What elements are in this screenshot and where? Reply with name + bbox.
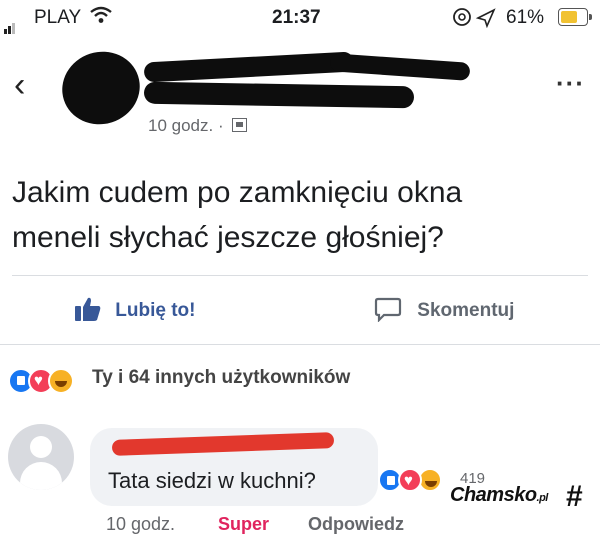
- friends-privacy-icon: [232, 118, 248, 132]
- back-button[interactable]: ‹: [14, 66, 25, 105]
- clock: 21:37: [272, 7, 321, 28]
- comment-icon: [374, 297, 402, 323]
- post-text: Jakim cudem po zamknięciu okna meneli sł…: [12, 170, 592, 260]
- comment-time: 10 godz.: [106, 514, 176, 534]
- name-redaction: [329, 53, 471, 81]
- status-bar: PLAY 21:37 61%: [0, 0, 600, 36]
- name-redaction: [143, 81, 415, 109]
- post-text-line: Jakim cudem po zamknięciu okna: [12, 176, 463, 209]
- like-button[interactable]: Lubię to!: [74, 296, 195, 322]
- carrier-label: PLAY: [34, 7, 82, 28]
- haha-reaction-icon: [48, 368, 74, 394]
- comment-label: Skomentuj: [417, 300, 515, 321]
- battery-percent: 61%: [506, 7, 545, 28]
- location-icon: [475, 8, 496, 29]
- at-icon: [452, 6, 498, 34]
- hash-icon: #: [566, 480, 583, 513]
- wifi-icon: [90, 6, 112, 30]
- reply-button[interactable]: Odpowiedz: [308, 514, 404, 535]
- love-reaction-icon: [398, 468, 422, 492]
- like-label: Lubię to!: [115, 300, 196, 321]
- comment-text: Tata siedzi w kuchni?: [108, 468, 316, 493]
- signal-icon: [4, 12, 16, 34]
- thumbs-up-icon: [75, 297, 101, 321]
- commenter-avatar[interactable]: [8, 424, 74, 490]
- watermark-brand: Chamsko: [450, 484, 537, 506]
- post-meta: 10 godz. ·: [148, 116, 248, 136]
- name-redaction: [143, 51, 355, 83]
- watermark-tld: .pl: [536, 492, 549, 504]
- comment-button[interactable]: Skomentuj: [374, 296, 515, 323]
- more-options-button[interactable]: ···: [556, 68, 585, 99]
- watermark-logo: Chamsko.pl: [450, 484, 548, 507]
- reactions-summary[interactable]: Ty i 64 innych użytkowników: [92, 367, 350, 389]
- post-time: 10 godz. ·: [148, 116, 224, 135]
- battery-icon: [558, 8, 592, 26]
- post-text-line: meneli słychać jeszcze głośniej?: [12, 221, 444, 254]
- divider: [12, 275, 588, 276]
- super-reaction-button[interactable]: Super: [218, 514, 269, 535]
- avatar-redacted: [52, 41, 150, 135]
- divider: [0, 344, 600, 345]
